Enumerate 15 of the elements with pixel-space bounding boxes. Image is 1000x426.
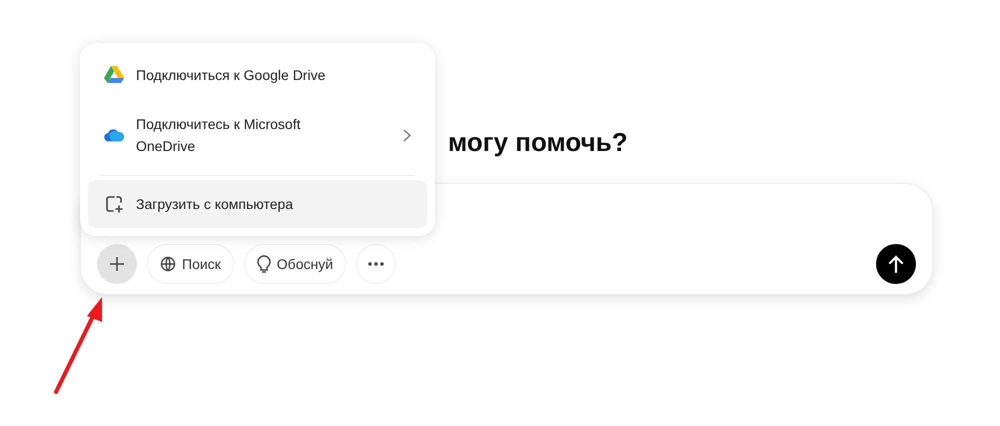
reason-button[interactable]: Обоснуй [244,244,346,284]
more-button[interactable] [356,244,396,284]
arrow-up-icon [888,255,904,273]
lightbulb-icon [256,255,271,273]
search-button[interactable]: Поиск [147,244,234,284]
upload-icon [105,195,123,213]
greeting-heading: могу помочь? [448,126,628,159]
send-button[interactable] [876,244,916,284]
globe-icon [160,256,176,272]
cloud-icon [104,128,124,142]
drive-icon [104,66,124,84]
attach-button[interactable] [97,244,137,284]
menu-item[interactable]: Загрузить с компьютера [88,180,427,228]
more-icon [368,262,384,266]
plus-icon [109,256,125,272]
